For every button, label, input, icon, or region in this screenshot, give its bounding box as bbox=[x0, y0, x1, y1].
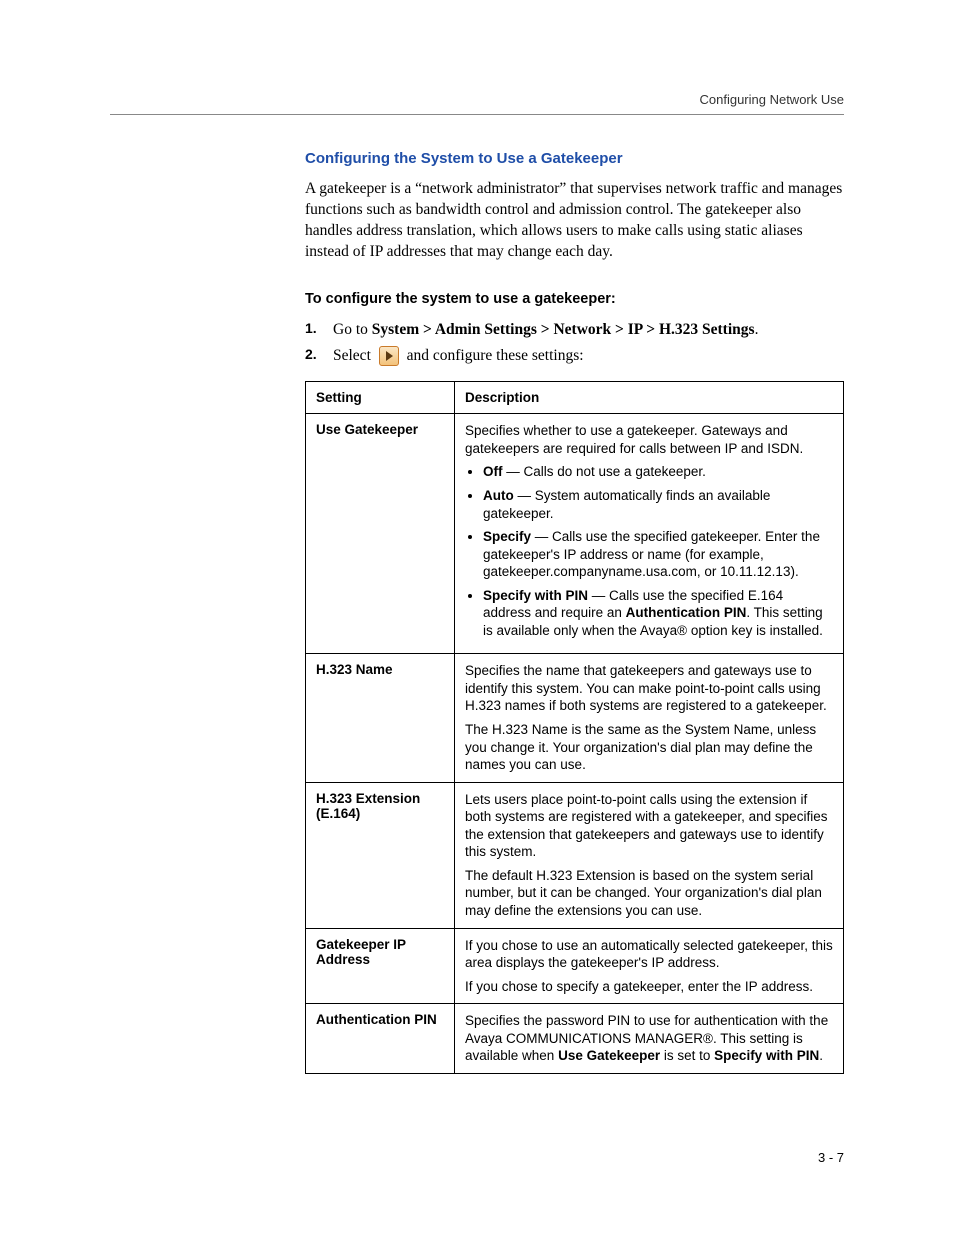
running-header: Configuring Network Use bbox=[699, 92, 844, 107]
step-number: 2. bbox=[305, 343, 317, 367]
list-item: Specify — Calls use the specified gateke… bbox=[483, 528, 833, 581]
step-number: 1. bbox=[305, 317, 317, 341]
nav-path: System > Admin Settings > Network > IP >… bbox=[372, 321, 755, 338]
procedure-heading: To configure the system to use a gatekee… bbox=[305, 291, 844, 307]
desc-text: Specifies the password PIN to use for au… bbox=[465, 1012, 833, 1065]
table-row: Gatekeeper IP Address If you chose to us… bbox=[306, 928, 844, 1004]
intro-paragraph: A gatekeeper is a “network administrator… bbox=[305, 179, 844, 263]
section-title: Configuring the System to Use a Gatekeep… bbox=[305, 150, 844, 167]
list-item: Auto — System automatically finds an ava… bbox=[483, 487, 833, 522]
steps-list: 1. Go to System > Admin Settings > Netwo… bbox=[305, 317, 844, 370]
setting-description: Lets users place point-to-point calls us… bbox=[455, 782, 844, 928]
desc-bold: Use Gatekeeper bbox=[558, 1048, 660, 1063]
option-label: Off bbox=[483, 464, 503, 479]
step-text: Select bbox=[333, 347, 375, 364]
table-row: H.323 Name Specifies the name that gatek… bbox=[306, 654, 844, 782]
setting-name: Gatekeeper IP Address bbox=[306, 928, 455, 1004]
option-text: — System automatically finds an availabl… bbox=[483, 488, 770, 521]
step-suffix: . bbox=[755, 321, 759, 338]
desc-text: Specifies whether to use a gatekeeper. G… bbox=[465, 422, 833, 457]
list-item: Off — Calls do not use a gatekeeper. bbox=[483, 463, 833, 481]
header-rule bbox=[110, 114, 844, 115]
desc-span: is set to bbox=[660, 1048, 714, 1063]
option-text: — Calls do not use a gatekeeper. bbox=[503, 464, 706, 479]
setting-name: Use Gatekeeper bbox=[306, 414, 455, 654]
desc-text: Lets users place point-to-point calls us… bbox=[465, 791, 833, 861]
desc-text: Specifies the name that gatekeepers and … bbox=[465, 662, 833, 715]
table-row: Authentication PIN Specifies the passwor… bbox=[306, 1004, 844, 1074]
desc-bold: Specify with PIN bbox=[714, 1048, 819, 1063]
option-label: Specify bbox=[483, 529, 531, 544]
table-row: H.323 Extension (E.164) Lets users place… bbox=[306, 782, 844, 928]
option-label: Auto bbox=[483, 488, 514, 503]
page-number: 3 - 7 bbox=[818, 1150, 844, 1165]
desc-text: If you chose to specify a gatekeeper, en… bbox=[465, 978, 833, 996]
step-text: Go to bbox=[333, 321, 372, 338]
options-list: Off — Calls do not use a gatekeeper. Aut… bbox=[465, 463, 833, 639]
step-suffix: and configure these settings: bbox=[407, 347, 584, 364]
setting-description: Specifies the name that gatekeepers and … bbox=[455, 654, 844, 782]
option-label: Specify with PIN bbox=[483, 588, 588, 603]
setting-name: H.323 Extension (E.164) bbox=[306, 782, 455, 928]
desc-text: The default H.323 Extension is based on … bbox=[465, 867, 833, 920]
step-2: 2. Select and configure these settings: bbox=[305, 343, 844, 369]
settings-table: Setting Description Use Gatekeeper Speci… bbox=[305, 381, 844, 1073]
setting-name: Authentication PIN bbox=[306, 1004, 455, 1074]
next-arrow-icon bbox=[379, 346, 399, 366]
setting-description: Specifies the password PIN to use for au… bbox=[455, 1004, 844, 1074]
setting-description: Specifies whether to use a gatekeeper. G… bbox=[455, 414, 844, 654]
desc-span: . bbox=[819, 1048, 823, 1063]
desc-text: The H.323 Name is the same as the System… bbox=[465, 721, 833, 774]
setting-description: If you chose to use an automatically sel… bbox=[455, 928, 844, 1004]
option-bold: Authentication PIN bbox=[626, 605, 747, 620]
table-row: Use Gatekeeper Specifies whether to use … bbox=[306, 414, 844, 654]
desc-text: If you chose to use an automatically sel… bbox=[465, 937, 833, 972]
content-area: Configuring the System to Use a Gatekeep… bbox=[305, 150, 844, 1074]
col-header-description: Description bbox=[455, 382, 844, 414]
option-text: — Calls use the specified gatekeeper. En… bbox=[483, 529, 820, 579]
table-header-row: Setting Description bbox=[306, 382, 844, 414]
step-1: 1. Go to System > Admin Settings > Netwo… bbox=[305, 317, 844, 343]
page: Configuring Network Use Configuring the … bbox=[0, 0, 954, 1235]
list-item: Specify with PIN — Calls use the specifi… bbox=[483, 587, 833, 640]
setting-name: H.323 Name bbox=[306, 654, 455, 782]
col-header-setting: Setting bbox=[306, 382, 455, 414]
